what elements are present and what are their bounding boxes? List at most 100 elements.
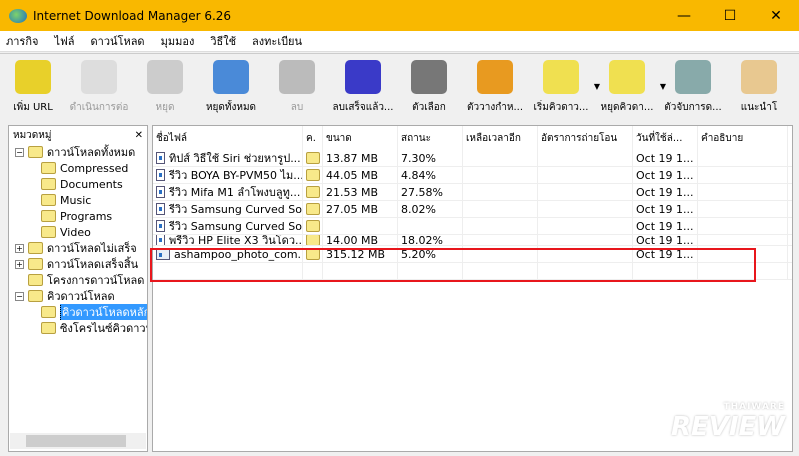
transfer-rate-cell — [538, 150, 633, 166]
categories-panel: หมวดหมู่ ✕ − ดาวน์โหลดทั้งหมด Compressed Do… — [8, 125, 148, 452]
table-row[interactable]: ทิปส์ วิธีใช้ Siri ช่วยหารูป... 13.87 MB 7… — [153, 150, 792, 167]
file-icon — [156, 220, 165, 232]
tree-item[interactable]: Music — [9, 192, 147, 208]
tree-item[interactable]: โครงการดาวน์โหลด — [9, 272, 147, 288]
tree-item[interactable]: + ดาวน์โหลดไม่เสร็จ — [9, 240, 147, 256]
tree-item[interactable]: Compressed — [9, 160, 147, 176]
toolbar-label: หยุด — [155, 102, 175, 113]
column-header[interactable]: ค. — [303, 126, 323, 150]
transfer-rate-cell — [538, 201, 633, 217]
expand-toggle-icon[interactable]: − — [15, 147, 24, 157]
toolbar-label: หยุดคิวดา... — [600, 102, 654, 113]
toolbar-button[interactable]: แนะนำโ — [726, 54, 792, 120]
toolbar-icon — [15, 60, 51, 94]
toolbar-button[interactable]: ตัววางกำห... — [462, 54, 528, 120]
transfer-rate-cell — [538, 218, 633, 234]
tree-item[interactable]: + ดาวน์โหลดเสร็จสิ้น — [9, 256, 147, 272]
tree-item-label: ซิงโครไนซ์คิวดาวน์ — [60, 322, 147, 335]
toolbar-label: เริ่มคิวดาว... — [533, 102, 589, 113]
category-tree: − ดาวน์โหลดทั้งหมด Compressed Documents Musi… — [9, 144, 147, 336]
menu-item[interactable]: ไฟล์ — [54, 32, 74, 50]
close-panel-icon[interactable]: ✕ — [135, 130, 143, 141]
menu-item[interactable]: ลงทะเบียน — [252, 32, 302, 50]
tree-item[interactable]: Programs — [9, 208, 147, 224]
toolbar-button[interactable]: เพิ่ม URL — [0, 54, 66, 120]
toolbar-button[interactable]: หยุดทั้งหมด — [198, 54, 264, 120]
toolbar-button[interactable]: หยุดคิวดา... ▼ — [594, 54, 666, 120]
table-row[interactable]: พรีวิว HP Elite X3 วินโดว... 14.00 MB 18.0… — [153, 235, 792, 246]
folder-icon — [41, 226, 56, 238]
filename: รีวิว Samsung Curved So... — [169, 203, 303, 216]
expand-toggle-icon[interactable]: + — [15, 259, 24, 269]
column-header[interactable]: วันที่ใช้ล่... — [633, 126, 698, 150]
column-header[interactable]: ขนาด — [323, 126, 398, 150]
size-cell — [323, 218, 398, 234]
folder-icon — [41, 306, 56, 318]
column-header[interactable]: สถานะ — [398, 126, 463, 150]
menu-item[interactable]: มุมมอง — [161, 32, 195, 50]
tree-item-label: คิวดาวน์โหลด — [47, 290, 115, 303]
description-cell — [698, 218, 788, 234]
tree-item[interactable]: คิวดาวน์โหลดหลัก — [9, 304, 147, 320]
tree-item-label: ดาวน์โหลดทั้งหมด — [47, 146, 136, 159]
column-header[interactable]: เหลือเวลาอีก — [463, 126, 538, 150]
horizontal-scrollbar[interactable] — [10, 433, 146, 449]
tree-item[interactable]: Documents — [9, 176, 147, 192]
toolbar-button[interactable]: ลบเสร็จแล้ว... — [330, 54, 396, 120]
toolbar-icon — [543, 60, 579, 94]
filename: ทิปส์ วิธีใช้ Siri ช่วยหารูป... — [169, 152, 301, 165]
toolbar-button[interactable]: ตัวจับการด... — [660, 54, 726, 120]
table-row[interactable]: รีวิว Samsung Curved So... Oct 19 1... — [153, 218, 792, 235]
tree-item-label: ดาวน์โหลดไม่เสร็จ — [47, 242, 137, 255]
toolbar-icon — [213, 60, 249, 94]
description-cell — [698, 201, 788, 217]
filename-cell: พรีวิว HP Elite X3 วินโดว... — [153, 235, 303, 245]
status-cell: 18.02% — [398, 235, 463, 245]
menu-item[interactable]: ภารกิจ — [6, 32, 38, 50]
close-button[interactable]: ✕ — [753, 0, 799, 31]
tree-item[interactable]: − คิวดาวน์โหลด — [9, 288, 147, 304]
toolbar-button[interactable]: หยุด — [132, 54, 198, 120]
toolbar-button[interactable]: เริ่มคิวดาว... ▼ — [528, 54, 600, 120]
toolbar-button[interactable]: ลบ — [264, 54, 330, 120]
tree-item[interactable]: − ดาวน์โหลดทั้งหมด — [9, 144, 147, 160]
size-cell: 21.53 MB — [323, 184, 398, 200]
tree-item[interactable]: ซิงโครไนซ์คิวดาวน์ — [9, 320, 147, 336]
date-cell: Oct 19 1... — [633, 167, 698, 183]
tree-item-label: Compressed — [60, 161, 129, 175]
column-header[interactable]: ชื่อไฟล์ — [153, 126, 303, 150]
folder-icon — [28, 242, 43, 254]
menu-item[interactable]: ดาวน์โหลด — [91, 32, 145, 50]
status-cell: 4.84% — [398, 167, 463, 183]
category-cell — [303, 218, 323, 234]
highlight-annotation-box — [150, 248, 756, 282]
date-cell: Oct 19 1... — [633, 235, 698, 245]
toolbar-button[interactable]: ดำเนินการต่อ — [66, 54, 132, 120]
toolbar-label: แนะนำโ — [740, 102, 778, 113]
status-cell: 27.58% — [398, 184, 463, 200]
filename: พรีวิว HP Elite X3 วินโดว... — [169, 235, 303, 245]
table-row[interactable]: รีวิว Samsung Curved So... 27.05 MB 8.02% O… — [153, 201, 792, 218]
toolbar-button[interactable]: ตัวเลือก — [396, 54, 462, 120]
expand-toggle-icon[interactable]: + — [15, 243, 24, 253]
menu-item[interactable]: วิธีใช้ — [210, 32, 236, 50]
toolbar-icon — [477, 60, 513, 94]
toolbar-label: ลบ — [290, 102, 304, 113]
filename-cell: รีวิว Mifa M1 ลำโพงบลูทู... — [153, 184, 303, 200]
time-left-cell — [463, 184, 538, 200]
table-row[interactable]: รีวิว BOYA BY-PVM50 ไม... 44.05 MB 4.84% Oc… — [153, 167, 792, 184]
tree-item[interactable]: Video — [9, 224, 147, 240]
folder-icon — [28, 258, 43, 270]
toolbar-icon — [609, 60, 645, 94]
column-header[interactable]: คำอธิบาย — [698, 126, 788, 150]
maximize-button[interactable]: ☐ — [707, 0, 753, 31]
title-bar: Internet Download Manager 6.26 — ☐ ✕ — [0, 0, 799, 31]
queue-folder-icon — [306, 186, 320, 198]
time-left-cell — [463, 150, 538, 166]
column-header[interactable]: อัตราการถ่ายโอน — [538, 126, 633, 150]
expand-toggle-icon[interactable]: − — [15, 291, 24, 301]
toolbar-label: หยุดทั้งหมด — [205, 102, 257, 113]
table-row[interactable]: รีวิว Mifa M1 ลำโพงบลูทู... 21.53 MB 27.58… — [153, 184, 792, 201]
scrollbar-thumb[interactable] — [26, 435, 126, 447]
minimize-button[interactable]: — — [661, 0, 707, 31]
